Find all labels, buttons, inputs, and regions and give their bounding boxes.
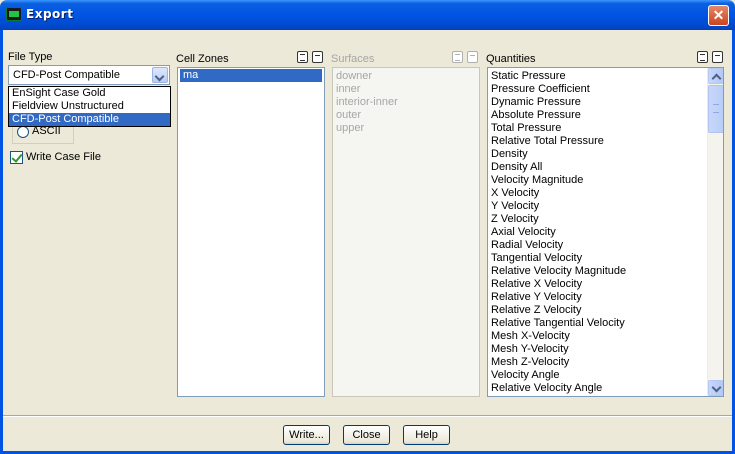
deselect-all-icon (467, 51, 478, 63)
quantity-item[interactable]: Mesh X-Velocity (488, 330, 723, 343)
title-bar[interactable]: Export ✕ (0, 0, 735, 30)
quantity-item[interactable]: Density (488, 148, 723, 161)
quantity-item[interactable]: Relative Velocity Angle (488, 382, 723, 395)
quantity-item[interactable]: Dynamic Pressure (488, 96, 723, 109)
window-title: Export (26, 7, 74, 21)
scroll-down-icon[interactable] (708, 380, 723, 396)
file-type-option[interactable]: EnSight Case Gold (9, 87, 170, 100)
quantity-item[interactable]: Velocity Angle (488, 369, 723, 382)
file-type-option-selected[interactable]: CFD-Post Compatible (9, 113, 170, 126)
select-all-icon[interactable] (297, 51, 308, 63)
quantity-item[interactable]: Density All (488, 161, 723, 174)
quantity-item[interactable]: Z Velocity (488, 213, 723, 226)
surface-item: inner (336, 83, 361, 95)
surface-item: downer (336, 70, 373, 82)
quantity-item[interactable]: Velocity Magnitude (488, 174, 723, 187)
surfaces-list: downer inner interior-inner outer upper (332, 67, 480, 397)
quantity-item[interactable]: X Velocity (488, 187, 723, 200)
quantity-item[interactable]: Static Pressure (488, 70, 723, 83)
quantity-item[interactable]: Absolute Pressure (488, 109, 723, 122)
surfaces-label: Surfaces (331, 53, 375, 65)
file-type-selected-value: CFD-Post Compatible (13, 69, 120, 81)
quantity-item[interactable]: Relative Tangential Velocity (488, 317, 723, 330)
file-type-option[interactable]: Fieldview Unstructured (9, 100, 170, 113)
quantity-item[interactable]: Radial Velocity (488, 239, 723, 252)
close-window-button[interactable]: ✕ (708, 5, 729, 26)
quantity-item[interactable]: Mesh Y-Velocity (488, 343, 723, 356)
deselect-all-icon[interactable] (712, 51, 723, 63)
scrollbar-thumb[interactable] (708, 85, 723, 133)
file-type-select[interactable]: CFD-Post Compatible (8, 65, 170, 85)
footer-divider (3, 415, 732, 417)
quantities-label: Quantities (486, 53, 536, 65)
surface-item: interior-inner (336, 96, 398, 108)
quantity-item[interactable]: Total Pressure (488, 122, 723, 135)
radio-ascii[interactable] (17, 126, 29, 138)
cell-zones-list[interactable]: ma (177, 67, 325, 397)
file-type-label: File Type (8, 51, 53, 63)
close-icon: ✕ (712, 7, 725, 23)
quantity-item[interactable]: Pressure Coefficient (488, 83, 723, 96)
scroll-up-icon[interactable] (708, 68, 723, 84)
app-icon (6, 7, 22, 21)
surface-item: outer (336, 109, 362, 121)
quantity-item[interactable]: Relative Z Velocity (488, 304, 723, 317)
help-button[interactable]: Help (403, 425, 450, 445)
select-all-icon[interactable] (697, 51, 708, 63)
close-button[interactable]: Close (343, 425, 390, 445)
file-type-dropdown-list: EnSight Case Gold Fieldview Unstructured… (8, 86, 171, 127)
quantity-item[interactable]: Tangential Velocity (488, 252, 723, 265)
quantity-item[interactable]: Mesh Z-Velocity (488, 356, 723, 369)
select-all-icon (452, 51, 463, 63)
write-case-file-label: Write Case File (26, 151, 101, 163)
quantity-item[interactable]: Relative Total Pressure (488, 135, 723, 148)
quantity-item[interactable]: Axial Velocity (488, 226, 723, 239)
quantity-item[interactable]: Relative Y Velocity (488, 291, 723, 304)
quantity-item[interactable]: Relative X Velocity (488, 278, 723, 291)
surface-item: upper (336, 122, 365, 134)
chevron-down-icon[interactable] (152, 67, 168, 83)
write-case-file-checkbox[interactable] (10, 151, 23, 164)
cell-zones-label: Cell Zones (176, 53, 229, 65)
deselect-all-icon[interactable] (312, 51, 323, 63)
quantities-scrollbar[interactable] (707, 68, 723, 396)
quantity-item[interactable]: Relative Velocity Magnitude (488, 265, 723, 278)
write-button[interactable]: Write... (283, 425, 330, 445)
quantity-item[interactable]: Y Velocity (488, 200, 723, 213)
cell-zone-item[interactable]: ma (180, 69, 322, 82)
quantities-list[interactable]: Static Pressure Pressure Coefficient Dyn… (487, 67, 724, 397)
